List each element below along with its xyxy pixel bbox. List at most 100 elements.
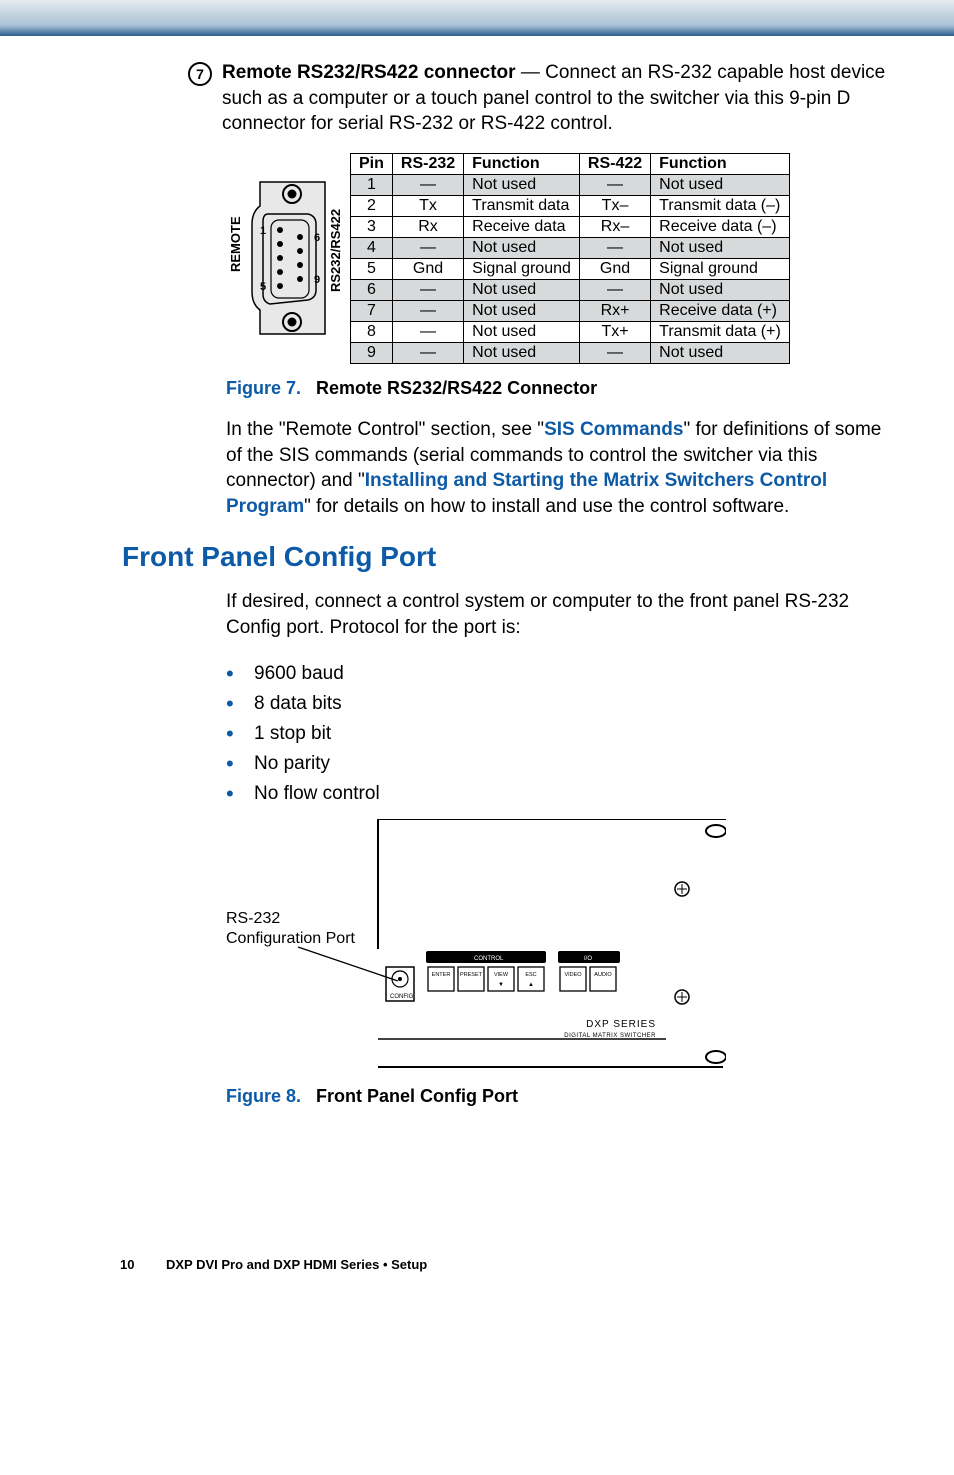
th-pin: Pin (351, 153, 393, 174)
table-row: 7—Not usedRx+Receive data (+) (351, 300, 790, 321)
rs-label: RS232/RS422 (328, 209, 343, 292)
table-row: 5GndSignal groundGndSignal ground (351, 258, 790, 279)
table-cell: Receive data (464, 216, 580, 237)
pin5-label: 5 (260, 281, 266, 293)
footer-title: DXP DVI Pro and DXP HDMI Series • Setup (166, 1257, 427, 1272)
table-cell: Not used (464, 279, 580, 300)
table-cell: — (579, 279, 650, 300)
panel-button-label: AUDIO (594, 972, 612, 978)
remote-label: REMOTE (230, 216, 243, 272)
figure-7-caption: Figure 7. Remote RS232/RS422 Connector (226, 378, 894, 399)
panel-button (560, 967, 586, 991)
para1-c: " for details on how to install and use … (304, 496, 789, 517)
table-cell: Rx– (579, 216, 650, 237)
table-cell: Gnd (392, 258, 463, 279)
table-header-row: Pin RS-232 Function RS-422 Function (351, 153, 790, 174)
item-7-row: 7 Remote RS232/RS422 connector — Connect… (188, 60, 894, 137)
panel-button-label: VIEW (494, 972, 509, 978)
page-top-bar (0, 0, 954, 36)
table-cell: — (392, 300, 463, 321)
table-cell: — (579, 342, 650, 363)
panel-button-label: ESC (525, 972, 536, 978)
table-cell: Rx (392, 216, 463, 237)
table-cell: 7 (351, 300, 393, 321)
figure-7-label: Figure 7. (226, 378, 301, 398)
table-cell: 2 (351, 195, 393, 216)
protocol-list: 9600 baud8 data bits1 stop bitNo parityN… (226, 663, 894, 805)
table-row: 2TxTransmit dataTx–Transmit data (–) (351, 195, 790, 216)
table-cell: Tx– (579, 195, 650, 216)
panel-button (428, 967, 454, 991)
table-row: 9—Not used—Not used (351, 342, 790, 363)
table-cell: Gnd (579, 258, 650, 279)
table-cell: — (392, 321, 463, 342)
sis-commands-link[interactable]: SIS Commands (544, 419, 683, 440)
table-cell: Not used (651, 342, 790, 363)
table-cell: — (392, 174, 463, 195)
table-cell: — (392, 237, 463, 258)
control-group-label: CONTROL (474, 956, 504, 962)
config-port-intro: If desired, connect a control system or … (226, 589, 894, 640)
list-item: 8 data bits (226, 693, 894, 715)
list-item: No flow control (226, 783, 894, 805)
table-cell: Not used (651, 279, 790, 300)
table-cell: Signal ground (651, 258, 790, 279)
th-func1: Function (464, 153, 580, 174)
table-row: 6—Not used—Not used (351, 279, 790, 300)
table-cell: Not used (464, 321, 580, 342)
th-rs422: RS-422 (579, 153, 650, 174)
table-cell: 6 (351, 279, 393, 300)
pin9-label: 9 (314, 274, 320, 286)
section-heading: Front Panel Config Port (122, 541, 894, 573)
panel-button-label: VIDEO (564, 972, 582, 978)
table-cell: 3 (351, 216, 393, 237)
config-port-label: Configuration Port (226, 930, 356, 947)
table-cell: Receive data (–) (651, 216, 790, 237)
table-cell: Tx (392, 195, 463, 216)
item-7-title: Remote RS232/RS422 connector (222, 62, 516, 83)
figure-8-caption: Figure 8. Front Panel Config Port (226, 1086, 894, 1107)
table-cell: Transmit data (464, 195, 580, 216)
table-row: 4—Not used—Not used (351, 237, 790, 258)
table-cell: Not used (464, 342, 580, 363)
table-cell: — (579, 174, 650, 195)
down-arrow-icon: ▼ (498, 982, 504, 988)
para1-a: In the "Remote Control" section, see " (226, 419, 544, 440)
table-cell: Not used (651, 174, 790, 195)
panel-button (458, 967, 484, 991)
th-rs232: RS-232 (392, 153, 463, 174)
table-cell: Transmit data (–) (651, 195, 790, 216)
remote-control-paragraph: In the "Remote Control" section, see "SI… (226, 417, 894, 520)
table-cell: Not used (464, 300, 580, 321)
figure-7-title: Remote RS232/RS422 Connector (316, 378, 597, 398)
table-cell: Tx+ (579, 321, 650, 342)
table-cell: — (392, 342, 463, 363)
front-panel-diagram: RS-232 Configuration Port CONFIG CONTROL… (226, 819, 894, 1074)
page-number: 10 (120, 1257, 134, 1272)
table-cell: Receive data (+) (651, 300, 790, 321)
figure-8-title: Front Panel Config Port (316, 1086, 518, 1106)
pin-table: Pin RS-232 Function RS-422 Function 1—No… (350, 153, 790, 364)
brand-line2: DIGITAL MATRIX SWITCHER (564, 1033, 656, 1039)
item-7-sep: — (516, 62, 546, 83)
panel-button (590, 967, 616, 991)
rs232-label: RS-232 (226, 910, 280, 927)
table-cell: 4 (351, 237, 393, 258)
table-cell: — (392, 279, 463, 300)
panel-button-label: ENTER (432, 972, 451, 978)
table-cell: Signal ground (464, 258, 580, 279)
table-cell: Transmit data (+) (651, 321, 790, 342)
table-cell: Not used (464, 174, 580, 195)
table-cell: 5 (351, 258, 393, 279)
connector-table-area: REMOTE RS232/RS422 1 5 6 9 Pin RS-232 Fu… (230, 153, 894, 364)
figure-8-label: Figure 8. (226, 1086, 301, 1106)
pin1-label: 1 (260, 225, 266, 237)
db9-connector-diagram: REMOTE RS232/RS422 1 5 6 9 (230, 172, 350, 344)
th-func2: Function (651, 153, 790, 174)
list-item: 1 stop bit (226, 723, 894, 745)
list-item: No parity (226, 753, 894, 775)
table-row: 3RxReceive dataRx–Receive data (–) (351, 216, 790, 237)
table-row: 8—Not usedTx+Transmit data (+) (351, 321, 790, 342)
table-cell: Not used (464, 237, 580, 258)
table-cell: 8 (351, 321, 393, 342)
